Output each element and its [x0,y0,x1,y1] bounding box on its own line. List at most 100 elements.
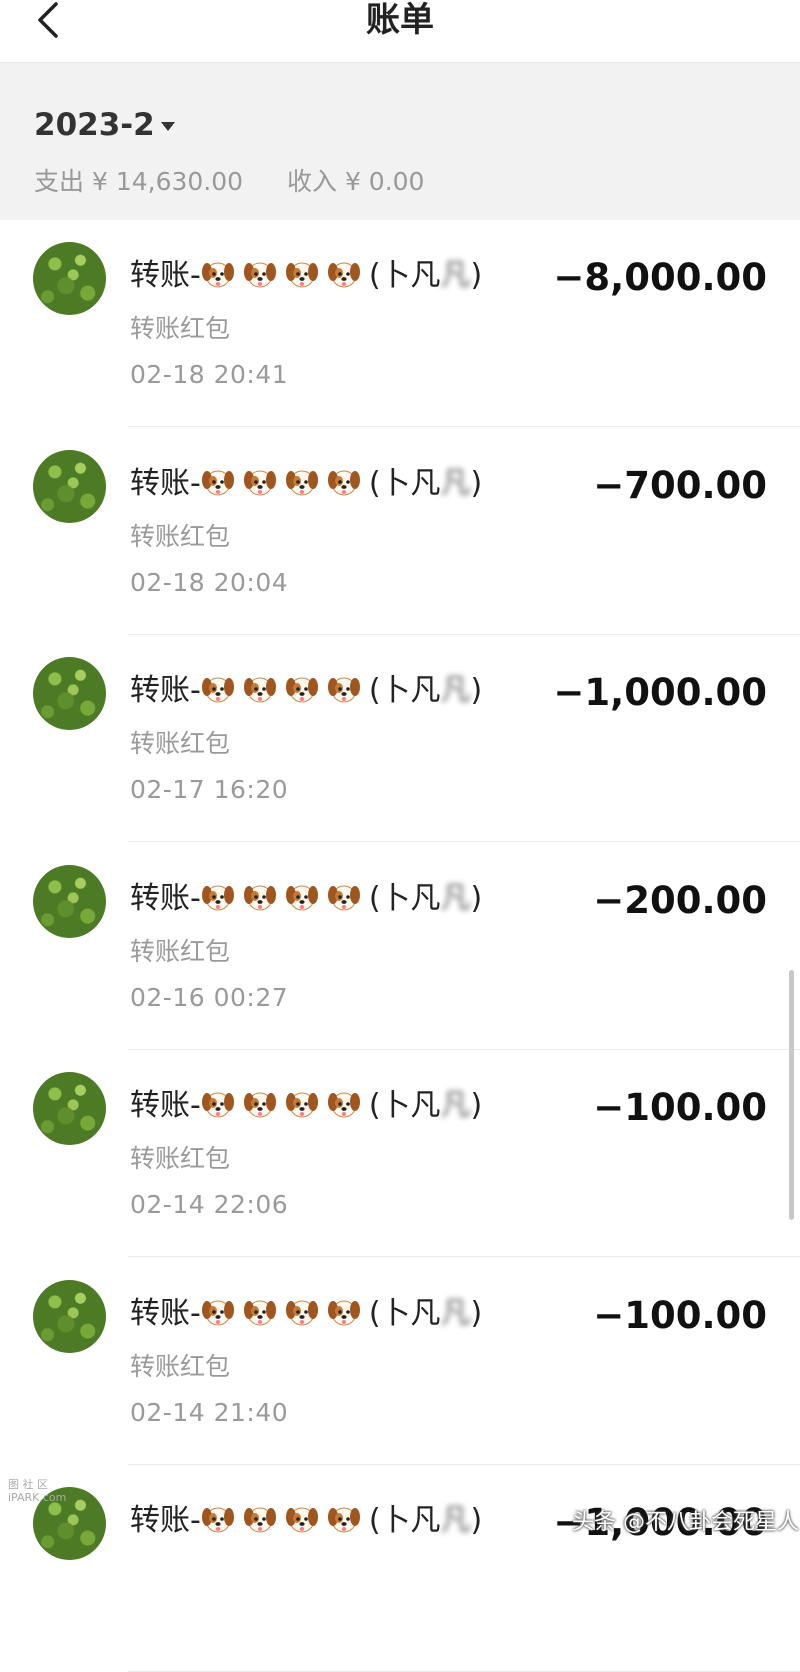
transaction-time: 02-14 21:40 [130,1397,289,1427]
transaction-amount: −8,000.00 [553,256,767,299]
dog-face-icon [243,672,277,706]
transaction-type: 转账红包 [130,729,231,758]
dog-face-icon [243,1502,277,1536]
month-selector[interactable]: 2023-2 [34,105,175,145]
transaction-title: 转账- (卜凡凡) [130,1294,482,1334]
recipient-name-redacted: 凡 [440,1503,471,1538]
caret-down-icon [160,122,175,131]
dog-face-icon [201,1502,235,1536]
recipient-name-close: ) [470,1503,483,1538]
transaction-row[interactable]: 转账- (卜凡凡) 转账红包 02-14 22:06 −100.00 [0,1050,800,1257]
dog-face-icon [285,880,319,914]
dog-face-icon [327,1502,361,1536]
avatar [33,1072,106,1145]
recipient-name-redacted: 凡 [440,1088,471,1123]
dog-face-icon [243,1295,277,1329]
dog-face-icon [201,257,235,291]
dog-face-icon [285,257,319,291]
transaction-time: 02-17 16:20 [130,775,289,804]
dog-face-icon [285,465,319,499]
avatar [33,657,106,730]
dog-face-icon [201,1295,235,1329]
month-label: 2023-2 [34,107,155,143]
transaction-prefix: 转账- [130,1503,201,1538]
transaction-row[interactable]: 转账- (卜凡凡) 转账红包 02-16 00:27 −200.00 [0,843,800,1050]
recipient-name-close: ) [470,673,483,708]
recipient-name: (卜凡 [368,1295,441,1331]
dog-face-icon [327,672,361,706]
transaction-row[interactable]: 转账- (卜凡凡) −1,000.00 [0,1465,800,1672]
recipient-name-close: ) [470,880,483,916]
dog-face-icon [285,1295,319,1329]
totals-line: 支出 ¥ 14,630.00 收入 ¥ 0.00 [34,165,424,199]
transaction-type: 转账红包 [130,314,231,343]
avatar [33,1279,106,1353]
dog-face-icon [285,1087,319,1121]
recipient-name-close: ) [470,465,483,501]
recipient-name-redacted: 凡 [440,880,471,916]
dog-face-icon [327,257,361,291]
recipient-name-close: ) [470,258,483,293]
transaction-time: 02-14 22:06 [130,1190,289,1219]
transaction-prefix: 转账- [130,880,201,916]
avatar [33,864,106,938]
recipient-name: (卜凡 [368,258,441,293]
dog-face-icon [327,1295,361,1329]
dog-face-icon [201,465,235,499]
transaction-row[interactable]: 转账- (卜凡凡) 转账红包 02-17 16:20 −1,000.00 [0,635,800,842]
month-summary: 2023-2 支出 ¥ 14,630.00 收入 ¥ 0.00 [0,63,800,220]
transaction-prefix: 转账- [130,1088,201,1123]
recipient-name: (卜凡 [368,673,441,708]
transaction-title: 转账- (卜凡凡) [130,1501,482,1541]
transaction-row[interactable]: 转账- (卜凡凡) 转账红包 02-18 20:41 −8,000.00 [0,220,800,427]
expense-label: 支出 [34,167,85,196]
income-value: ¥ 0.00 [344,167,425,196]
recipient-name-redacted: 凡 [440,673,471,708]
transaction-row[interactable]: 转账- (卜凡凡) 转账红包 02-18 20:04 −700.00 [0,428,800,635]
dog-face-icon [201,672,235,706]
avatar [33,449,106,523]
transaction-amount: −100.00 [593,1293,767,1337]
recipient-name-redacted: 凡 [440,465,471,501]
transaction-title: 转账- (卜凡凡) [130,671,482,711]
dog-face-icon [201,880,235,914]
recipient-name-close: ) [470,1295,483,1331]
transaction-prefix: 转账- [130,465,201,501]
transaction-amount: −200.00 [593,878,767,922]
scrollbar[interactable] [789,970,794,1220]
dog-face-icon [327,465,361,499]
transaction-type: 转账红包 [130,936,231,966]
recipient-name: (卜凡 [368,465,441,501]
dog-face-icon [243,1087,277,1121]
transaction-type: 转账红包 [130,1144,231,1173]
nav-bar: 账单 [0,0,800,63]
transaction-amount: −100.00 [593,1086,767,1129]
transaction-type: 转账红包 [130,1351,231,1381]
author-watermark: 头条 @不八卦会死星人 [572,1510,799,1535]
recipient-name: (卜凡 [368,1503,441,1538]
expense-value: ¥ 14,630.00 [91,167,244,196]
transaction-prefix: 转账- [130,1295,201,1331]
recipient-name-redacted: 凡 [440,1295,471,1331]
dog-face-icon [327,880,361,914]
dog-face-icon [201,1087,235,1121]
dog-face-icon [243,257,277,291]
transaction-title: 转账- (卜凡凡) [130,1086,482,1126]
dog-face-icon [285,1502,319,1536]
transaction-time: 02-18 20:04 [130,567,289,597]
dog-face-icon [243,465,277,499]
transaction-row[interactable]: 转账- (卜凡凡) 转账红包 02-14 21:40 −100.00 [0,1258,800,1465]
dog-face-icon [327,1087,361,1121]
dog-face-icon [285,672,319,706]
transaction-type: 转账红包 [130,521,231,551]
recipient-name: (卜凡 [368,880,441,916]
recipient-name: (卜凡 [368,1088,441,1123]
transaction-time: 02-16 00:27 [130,982,289,1012]
recipient-name-redacted: 凡 [440,258,471,293]
transaction-title: 转账- (卜凡凡) [130,464,482,504]
transaction-title: 转账- (卜凡凡) [130,879,482,919]
transaction-amount: −1,000.00 [553,671,767,714]
page-title: 账单 [366,0,434,40]
transaction-time: 02-18 20:41 [130,360,289,389]
dog-face-icon [243,880,277,914]
